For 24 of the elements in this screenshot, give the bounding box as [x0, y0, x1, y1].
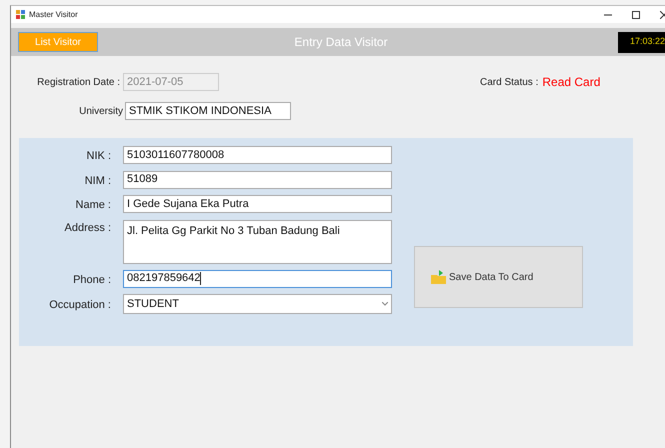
field-label: NIK : [86, 149, 112, 164]
field-label: Address : [64, 220, 112, 236]
card-status-text: Read Card [542, 74, 600, 91]
text-field[interactable]: 51089 [123, 170, 392, 188]
field-label: Registration Date : [36, 76, 121, 90]
university-field[interactable]: STMIK STIKOM INDONESIA [125, 102, 291, 120]
chevron-icon [382, 302, 388, 306]
folder-icon [431, 270, 447, 284]
field-label: Phone : [72, 272, 112, 288]
address-field[interactable]: Jl. Pelita Gg Parkit No 3 Tuban Badung Bali [123, 220, 392, 264]
text-field[interactable]: 5103011607780008 [123, 146, 392, 164]
text-field[interactable]: I Gede Sujana Eka Putra [123, 195, 392, 213]
app-icon [16, 10, 25, 19]
occupation-dropdown[interactable]: STUDENT [123, 294, 392, 314]
window-title: Master Visitor [29, 8, 78, 20]
clock: 17:03:22 [618, 32, 665, 52]
field-label: Name : [74, 198, 112, 213]
field-label: University [78, 104, 124, 118]
field-label: NIM : [84, 174, 112, 188]
save-data-button[interactable]: Save Data To Card [414, 246, 583, 308]
field-label: Card Status : [480, 76, 538, 90]
field-label: Occupation : [48, 298, 112, 313]
text-field[interactable]: 082197859642 [123, 270, 392, 288]
maximize-icon[interactable] [632, 10, 640, 18]
